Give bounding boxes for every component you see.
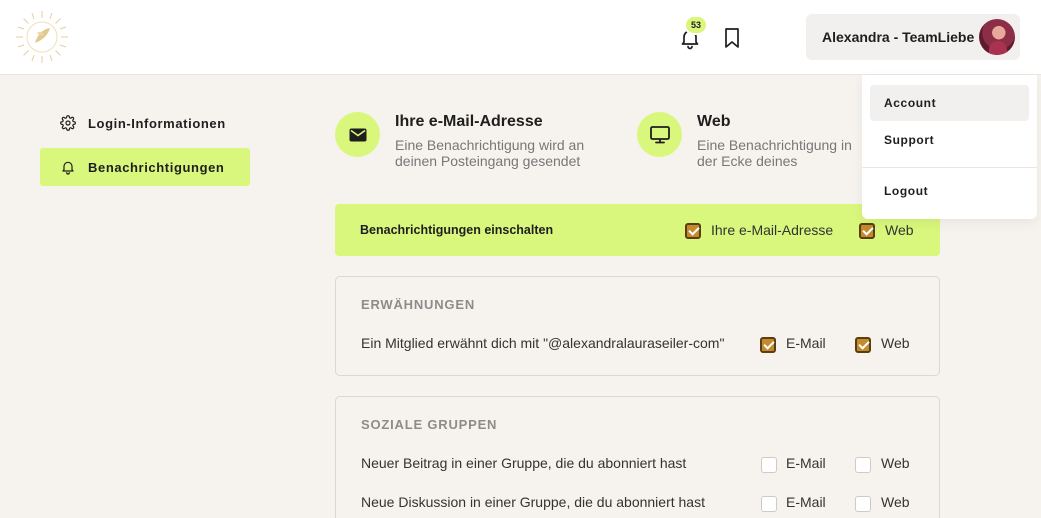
user-menu-button[interactable]: Alexandra - TeamLiebe bbox=[806, 14, 1020, 60]
mention-web-checkbox[interactable] bbox=[855, 337, 871, 353]
enable-web-checkbox[interactable] bbox=[859, 223, 875, 239]
channel-title: Ihre e-Mail-Adresse bbox=[395, 113, 543, 130]
menu-item-logout[interactable]: Logout bbox=[870, 173, 1029, 209]
row-label: Neue Diskussion in einer Gruppe, die du … bbox=[361, 494, 705, 510]
menu-item-account[interactable]: Account bbox=[870, 85, 1029, 121]
channel-email: Ihre e-Mail-Adresse Eine Benachrichtigun… bbox=[335, 112, 600, 169]
menu-divider bbox=[862, 167, 1037, 168]
sidebar-item-label: Benachrichtigungen bbox=[88, 159, 225, 175]
monitor-icon bbox=[649, 125, 670, 143]
user-dropdown-menu: Account Support Logout bbox=[862, 75, 1037, 219]
group-discussion-web-checkbox[interactable] bbox=[855, 496, 871, 512]
settings-sidebar: Login-Informationen Benachrichtigungen bbox=[40, 104, 250, 192]
web-option-label: Web bbox=[881, 455, 910, 471]
sidebar-item-benachrichtigungen[interactable]: Benachrichtigungen bbox=[40, 148, 250, 186]
channel-description: Eine Benachrichtigung wird an deinen Pos… bbox=[395, 137, 585, 169]
avatar bbox=[979, 19, 1015, 55]
channel-icon bbox=[637, 112, 682, 157]
sidebar-item-login-informationen[interactable]: Login-Informationen bbox=[40, 104, 250, 142]
channel-web: Web Eine Benachrichtigung in der Ecke de… bbox=[637, 112, 862, 169]
email-option-label: E-Mail bbox=[786, 494, 826, 510]
group-discussion-email-checkbox[interactable] bbox=[761, 496, 777, 512]
sidebar-item-label: Login-Informationen bbox=[88, 115, 226, 131]
email-option-label: E-Mail bbox=[786, 335, 826, 351]
notification-count-badge: 53 bbox=[686, 17, 706, 33]
mention-email-checkbox[interactable] bbox=[760, 337, 776, 353]
section-title: SOZIALE GRUPPEN bbox=[361, 417, 498, 432]
section-title: ERWÄHNUNGEN bbox=[361, 297, 476, 312]
section-mentions: ERWÄHNUNGEN Ein Mitglied erwähnt dich mi… bbox=[335, 276, 940, 376]
row-label: Ein Mitglied erwähnt dich mit "@alexandr… bbox=[361, 335, 725, 351]
bookmark-icon[interactable] bbox=[721, 26, 743, 50]
web-option-label: Web bbox=[881, 494, 910, 510]
enable-email-checkbox[interactable] bbox=[685, 223, 701, 239]
top-bar: 53 Alexandra - TeamLiebe bbox=[0, 0, 1041, 75]
channel-description: Eine Benachrichtigung in der Ecke deines… bbox=[697, 137, 852, 169]
web-option-label: Web bbox=[881, 335, 910, 351]
gear-icon bbox=[60, 115, 76, 131]
user-name: Alexandra - TeamLiebe bbox=[822, 29, 975, 45]
group-post-web-checkbox[interactable] bbox=[855, 457, 871, 473]
enable-web-label: Web bbox=[885, 222, 914, 238]
row-label: Neuer Beitrag in einer Gruppe, die du ab… bbox=[361, 455, 687, 471]
menu-item-support[interactable]: Support bbox=[870, 122, 1029, 158]
enable-notifications-bar: Benachrichtigungen einschalten Ihre e-Ma… bbox=[335, 204, 940, 256]
email-option-label: E-Mail bbox=[786, 455, 826, 471]
enable-notifications-label: Benachrichtigungen einschalten bbox=[360, 223, 554, 237]
group-post-email-checkbox[interactable] bbox=[761, 457, 777, 473]
enable-email-label: Ihre e-Mail-Adresse bbox=[711, 222, 834, 238]
channel-title: Web bbox=[697, 113, 731, 130]
section-social-groups: SOZIALE GRUPPEN Neuer Beitrag in einer G… bbox=[335, 396, 940, 518]
envelope-icon bbox=[349, 128, 366, 141]
bell-icon bbox=[62, 161, 74, 175]
channel-icon bbox=[335, 112, 380, 157]
logo-icon[interactable] bbox=[14, 9, 70, 65]
